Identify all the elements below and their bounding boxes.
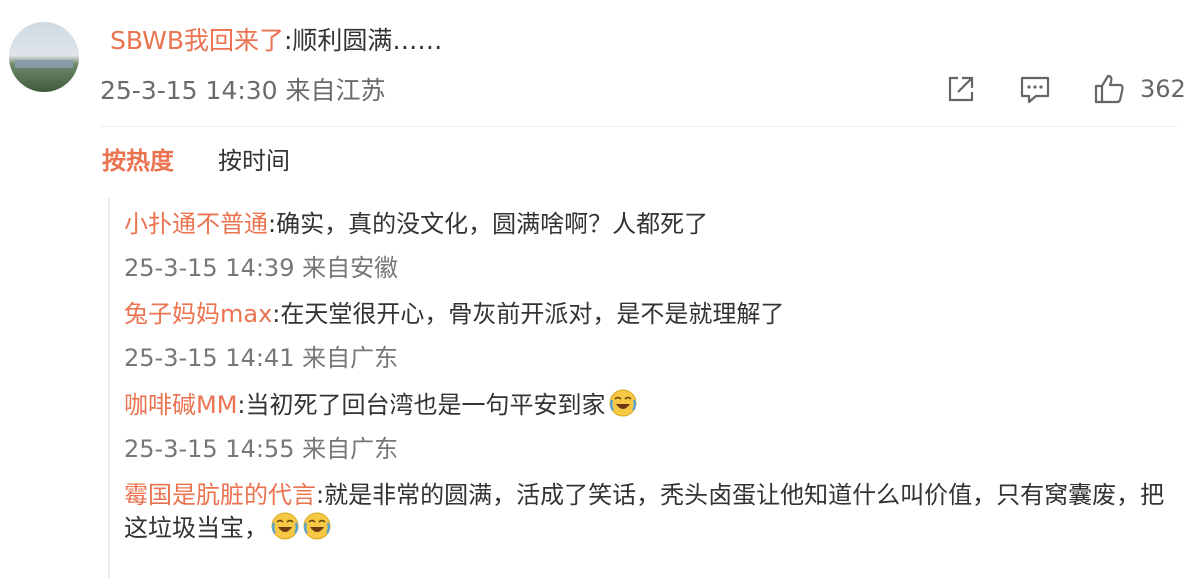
reply-content: 咖啡碱MM:当初死了回台湾也是一句平安到家	[124, 378, 1200, 421]
reply-meta: 25-3-15 14:39 来自安徽	[124, 252, 1200, 288]
reply-user[interactable]: 霉国是肮脏的代言	[124, 481, 316, 509]
reply-body: :当初死了回台湾也是一句平安到家	[237, 391, 606, 419]
share-icon	[948, 76, 974, 102]
post-location: 来自江苏	[285, 76, 386, 105]
like-button[interactable]: 362	[1092, 72, 1186, 106]
reply-content: 兔子妈妈max:在天堂很开心，骨灰前开派对，是不是就理解了	[124, 288, 1200, 330]
post-timestamp: 25-3-15 14:30	[100, 76, 278, 105]
laugh-cry-emoji-icon	[303, 512, 331, 540]
reply-timestamp: 25-3-15 14:39	[124, 254, 295, 282]
like-icon	[1094, 74, 1124, 104]
reply-timestamp: 25-3-15 14:41	[124, 344, 295, 372]
post-header: SBWB我回来了:顺利圆满……	[110, 24, 442, 58]
reply-item: 兔子妈妈max:在天堂很开心，骨灰前开派对，是不是就理解了 25-3-15 14…	[124, 288, 1200, 378]
reply-content: 小扑通不普通:确实，真的没文化，圆满啥啊？人都死了	[124, 198, 1200, 240]
reply-meta: 25-3-15 14:55 来自广东	[124, 433, 1200, 469]
comment-icon	[1020, 76, 1050, 104]
post-text: :顺利圆满……	[284, 26, 443, 55]
post-avatar[interactable]	[9, 22, 79, 92]
reply-item: 咖啡碱MM:当初死了回台湾也是一句平安到家 25-3-15 14:55 来自广东	[124, 378, 1200, 469]
tab-sort-time[interactable]: 按时间	[218, 145, 290, 177]
reply-timestamp: 25-3-15 14:55	[124, 435, 295, 463]
reply-user[interactable]: 兔子妈妈max	[124, 300, 272, 328]
reply-body: :在天堂很开心，骨灰前开派对，是不是就理解了	[272, 300, 785, 328]
reply-location: 来自广东	[302, 435, 399, 463]
reply-body: :确实，真的没文化，圆满啥啊？人都死了	[268, 210, 709, 238]
tab-sort-hot[interactable]: 按热度	[102, 145, 174, 177]
reply-user[interactable]: 咖啡碱MM	[124, 391, 237, 419]
reply-list: 小扑通不普通:确实，真的没文化，圆满啥啊？人都死了 25-3-15 14:39 …	[108, 198, 1200, 578]
reply-item: 小扑通不普通:确实，真的没文化，圆满啥啊？人都死了 25-3-15 14:39 …	[124, 198, 1200, 288]
reply-content: 霉国是肮脏的代言:就是非常的圆满，活成了笑话，秃头卤蛋让他知道什么叫价值，只有窝…	[124, 469, 1184, 544]
share-button[interactable]	[944, 72, 978, 106]
post-author[interactable]: SBWB我回来了	[110, 26, 284, 55]
reply-location: 来自安徽	[302, 254, 399, 282]
laugh-cry-emoji-icon	[609, 389, 637, 417]
sort-tabs: 按热度 按时间	[102, 145, 290, 177]
reply-location: 来自广东	[302, 344, 399, 372]
post-actions: 362	[944, 72, 1186, 106]
reply-user[interactable]: 小扑通不普通	[124, 210, 268, 238]
post-meta: 25-3-15 14:30 来自江苏	[100, 74, 386, 108]
laugh-cry-emoji-icon	[271, 512, 299, 540]
like-count: 362	[1140, 75, 1186, 103]
reply-meta: 25-3-15 14:41 来自广东	[124, 342, 1200, 378]
divider	[100, 126, 1178, 127]
comment-button[interactable]	[1018, 72, 1052, 106]
reply-item: 霉国是肮脏的代言:就是非常的圆满，活成了笑话，秃头卤蛋让他知道什么叫价值，只有窝…	[124, 469, 1200, 544]
